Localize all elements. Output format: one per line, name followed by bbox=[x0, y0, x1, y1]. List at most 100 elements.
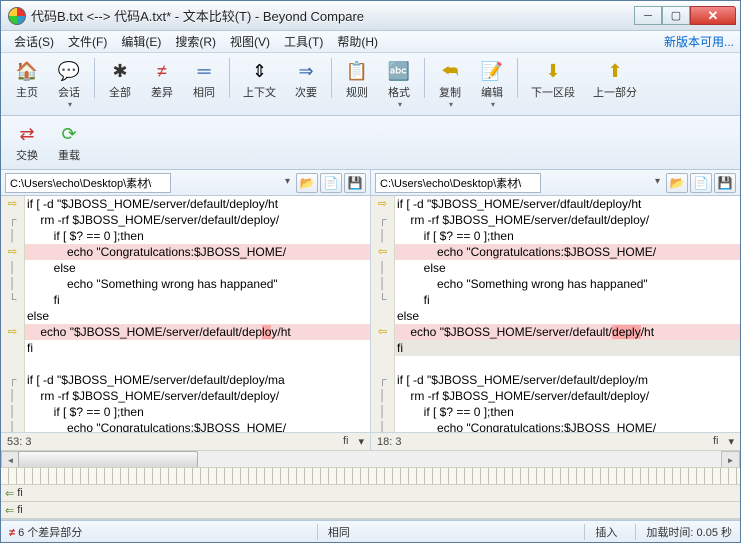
left-pane-status: 53: 3 fi▾ bbox=[1, 432, 370, 450]
menu-session[interactable]: 会话(S) bbox=[7, 31, 61, 52]
menu-view[interactable]: 视图(V) bbox=[223, 31, 277, 52]
minor-button[interactable]: ⇒次要 bbox=[286, 56, 326, 103]
swap-icon: ⇄ bbox=[15, 122, 39, 146]
right-path-group: 📂 📄 💾 bbox=[370, 170, 740, 195]
diff-count: 6 个差异部分 bbox=[18, 527, 82, 539]
code-line[interactable]: rm -rf $JBOSS_HOME/server/default/deploy… bbox=[25, 212, 370, 228]
next-button[interactable]: ⬇下一区段 bbox=[523, 56, 583, 103]
bottom-tabs: ⇐fi ⇐fi bbox=[1, 485, 740, 520]
home-button[interactable]: 🏠主页 bbox=[7, 56, 47, 103]
code-line[interactable]: echo "Something wrong has happaned" bbox=[25, 276, 370, 292]
code-line[interactable]: echo "$JBOSS_HOME/server/default/deploy/… bbox=[25, 324, 370, 340]
not-equal-icon: ≠ bbox=[150, 59, 174, 83]
session-button[interactable]: 💬会话▾ bbox=[49, 56, 89, 112]
horizontal-scrollbar[interactable] bbox=[1, 450, 740, 467]
right-browse-button[interactable]: 📂 bbox=[666, 173, 688, 193]
left-save-button[interactable]: 💾 bbox=[344, 173, 366, 193]
prev-button[interactable]: ⬆上一部分 bbox=[585, 56, 645, 103]
window-title: 代码B.txt <--> 代码A.txt* - 文本比较(T) - Beyond… bbox=[31, 6, 634, 25]
diff-button[interactable]: ≠差异 bbox=[142, 56, 182, 103]
code-line[interactable]: echo "Congratulcations:$JBOSS_HOME/ bbox=[25, 420, 370, 432]
code-line[interactable]: if [ -d "$JBOSS_HOME/server/dfault/deplo… bbox=[395, 196, 740, 212]
code-line[interactable]: if [ -d "$JBOSS_HOME/server/default/depl… bbox=[25, 196, 370, 212]
code-line[interactable]: echo "Something wrong has happaned" bbox=[395, 276, 740, 292]
copy-icon: ⮪ bbox=[438, 59, 462, 83]
code-line[interactable]: rm -rf $JBOSS_HOME/server/default/deploy… bbox=[395, 212, 740, 228]
code-line[interactable]: echo "Congratulcations:$JBOSS_HOME/ bbox=[25, 244, 370, 260]
status-mode: 插入 bbox=[584, 524, 617, 540]
code-line[interactable]: if [ -d "$JBOSS_HOME/server/default/depl… bbox=[395, 372, 740, 388]
rules-icon: 📋 bbox=[345, 59, 369, 83]
down-arrow-icon: ⬇ bbox=[541, 59, 565, 83]
code-line[interactable]: if [ $? == 0 ];then bbox=[25, 404, 370, 420]
rules-button[interactable]: 📋规则 bbox=[337, 56, 377, 103]
right-pane-status: 18: 3 fi▾ bbox=[371, 432, 740, 450]
dropdown-icon[interactable]: ▾ bbox=[358, 435, 364, 448]
context-icon: ⇕ bbox=[248, 59, 272, 83]
code-line[interactable]: rm -rf $JBOSS_HOME/server/default/deploy… bbox=[25, 388, 370, 404]
code-line[interactable]: if [ $? == 0 ];then bbox=[395, 228, 740, 244]
titlebar[interactable]: 代码B.txt <--> 代码A.txt* - 文本比较(T) - Beyond… bbox=[1, 1, 740, 31]
bottom-tab-2[interactable]: ⇐fi bbox=[1, 502, 740, 519]
copy-button[interactable]: ⮪复制▾ bbox=[430, 56, 470, 112]
bottom-tab-1[interactable]: ⇐fi bbox=[1, 485, 740, 502]
menu-help[interactable]: 帮助(H) bbox=[330, 31, 385, 52]
menu-edit[interactable]: 编辑(E) bbox=[114, 31, 168, 52]
code-line[interactable]: else bbox=[395, 260, 740, 276]
reload-icon: ⟳ bbox=[57, 122, 81, 146]
reload-button[interactable]: ⟳重载 bbox=[49, 119, 89, 166]
menu-tools[interactable]: 工具(T) bbox=[277, 31, 330, 52]
left-path-input[interactable] bbox=[5, 173, 171, 193]
ruler bbox=[1, 467, 740, 485]
left-browse-button[interactable]: 📂 bbox=[296, 173, 318, 193]
code-line[interactable] bbox=[395, 356, 740, 372]
code-line[interactable]: fi bbox=[25, 292, 370, 308]
format-icon: 🔤 bbox=[387, 59, 411, 83]
right-pane: ⇨┌│⇦││└⇦┌│││ if [ -d "$JBOSS_HOME/server… bbox=[371, 196, 740, 450]
code-line[interactable]: echo "Congratulcations:$JBOSS_HOME/ bbox=[395, 420, 740, 432]
app-window: 代码B.txt <--> 代码A.txt* - 文本比较(T) - Beyond… bbox=[0, 0, 741, 543]
scroll-thumb[interactable] bbox=[18, 451, 198, 468]
asterisk-icon: ✱ bbox=[108, 59, 132, 83]
code-line[interactable]: echo "$JBOSS_HOME/server/default/deply/h… bbox=[395, 324, 740, 340]
same-button[interactable]: ═相同 bbox=[184, 56, 224, 103]
toolbar-secondary: ⇄交换 ⟳重载 bbox=[1, 116, 740, 170]
swap-button[interactable]: ⇄交换 bbox=[7, 119, 47, 166]
update-link[interactable]: 新版本可用... bbox=[664, 33, 734, 50]
menu-search[interactable]: 搜索(R) bbox=[168, 31, 223, 52]
code-line[interactable]: else bbox=[25, 260, 370, 276]
code-line[interactable]: fi bbox=[25, 340, 370, 356]
menubar: 会话(S) 文件(F) 编辑(E) 搜索(R) 视图(V) 工具(T) 帮助(H… bbox=[1, 31, 740, 53]
code-line[interactable]: else bbox=[395, 308, 740, 324]
edit-button[interactable]: 📝编辑▾ bbox=[472, 56, 512, 112]
code-line[interactable]: fi bbox=[395, 292, 740, 308]
context-button[interactable]: ⇕上下文 bbox=[235, 56, 284, 103]
maximize-button[interactable]: ▢ bbox=[662, 6, 690, 25]
code-line[interactable] bbox=[25, 356, 370, 372]
code-line[interactable]: if [ $? == 0 ];then bbox=[25, 228, 370, 244]
left-code[interactable]: ⇨┌│⇨││└⇨┌│││ if [ -d "$JBOSS_HOME/server… bbox=[1, 196, 370, 432]
statusbar: ≠ 6 个差异部分 相同 插入 加载时间: 0.05 秒 bbox=[1, 520, 740, 542]
right-save-button[interactable]: 💾 bbox=[714, 173, 736, 193]
code-line[interactable]: else bbox=[25, 308, 370, 324]
menu-file[interactable]: 文件(F) bbox=[61, 31, 114, 52]
format-button[interactable]: 🔤格式▾ bbox=[379, 56, 419, 112]
up-arrow-icon: ⬆ bbox=[603, 59, 627, 83]
right-cursor-pos: 18: 3 bbox=[377, 436, 401, 448]
right-open-button[interactable]: 📄 bbox=[690, 173, 712, 193]
dropdown-icon[interactable]: ▾ bbox=[728, 435, 734, 448]
code-line[interactable]: if [ $? == 0 ];then bbox=[395, 404, 740, 420]
close-button[interactable]: ✕ bbox=[690, 6, 736, 25]
minimize-button[interactable]: ─ bbox=[634, 6, 662, 25]
equal-icon: ═ bbox=[192, 59, 216, 83]
app-icon bbox=[8, 7, 26, 25]
code-line[interactable]: echo "Congratulcations:$JBOSS_HOME/ bbox=[395, 244, 740, 260]
right-path-input[interactable] bbox=[375, 173, 541, 193]
code-line[interactable]: rm -rf $JBOSS_HOME/server/default/deploy… bbox=[395, 388, 740, 404]
code-line[interactable]: if [ -d "$JBOSS_HOME/server/default/depl… bbox=[25, 372, 370, 388]
home-icon: 🏠 bbox=[15, 59, 39, 83]
right-code[interactable]: ⇨┌│⇦││└⇦┌│││ if [ -d "$JBOSS_HOME/server… bbox=[371, 196, 740, 432]
left-open-button[interactable]: 📄 bbox=[320, 173, 342, 193]
all-button[interactable]: ✱全部 bbox=[100, 56, 140, 103]
code-line[interactable]: fi bbox=[395, 340, 740, 356]
